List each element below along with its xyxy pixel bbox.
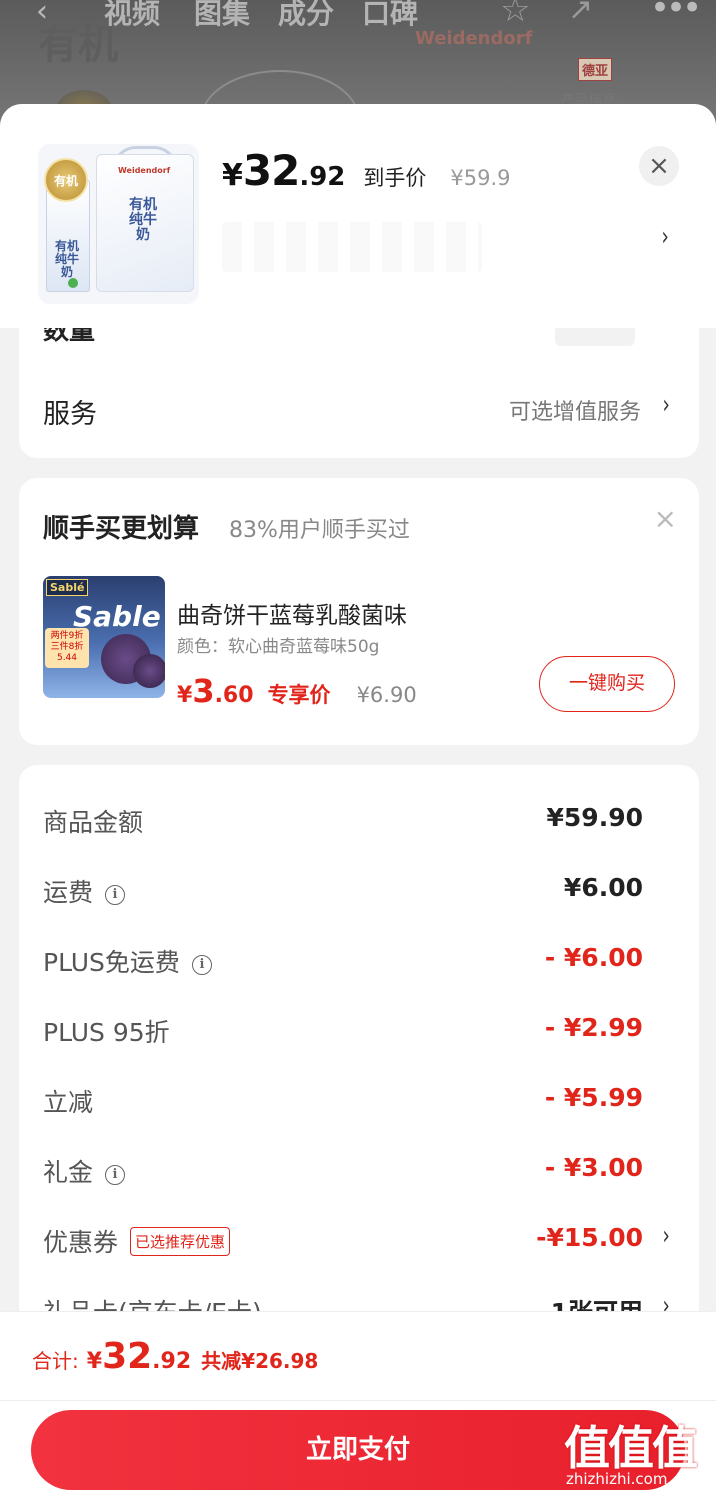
upsell-price-tag: 专享价 xyxy=(267,683,331,707)
upsell-price-currency: ¥ xyxy=(177,683,193,708)
service-label: 服务 xyxy=(43,399,97,430)
upsell-price: ¥ 3 .60 专享价 ¥6.90 xyxy=(177,672,417,710)
row-label: 立减 xyxy=(43,1088,94,1117)
watermark-logo: 值值值 zhizhizhi.com xyxy=(562,1412,712,1492)
bg-brand-logo: Weidendorf xyxy=(415,28,533,49)
row-label-text: PLUS免运费 xyxy=(43,948,180,977)
row-value: - ¥5.99 xyxy=(544,1083,643,1112)
watermark-chars: 值值值 xyxy=(564,1421,698,1475)
selected-variant-placeholder xyxy=(222,222,482,272)
summary-row-instant-discount: 立减 - ¥5.99 xyxy=(19,1075,699,1125)
chevron-right-icon[interactable]: › xyxy=(662,390,669,420)
divider xyxy=(0,1400,716,1401)
product-thumbnail[interactable]: Weidendorf 有机纯牛奶 有机纯牛奶 有机 xyxy=(38,144,199,304)
thumb-brand: Weidendorf xyxy=(118,166,171,175)
upsell-card: 顺手买更划算 83%用户顺手买过 × Sablé Sable 两件9折 三件8折… xyxy=(19,478,699,745)
row-label: PLUS免运费 i xyxy=(43,943,212,979)
row-label: PLUS 95折 xyxy=(43,1018,170,1047)
coupon-recommended-badge: 已选推荐优惠 xyxy=(130,1227,231,1256)
thumb-eco-icon xyxy=(68,278,78,288)
summary-row-subtotal: 商品金额 ¥59.90 xyxy=(19,795,699,845)
close-icon[interactable]: × xyxy=(654,502,677,535)
row-value: ¥6.00 xyxy=(563,873,643,902)
more-icon: ••• xyxy=(650,0,702,28)
chevron-right-icon[interactable]: › xyxy=(662,222,669,252)
upsell-subtitle: 83%用户顺手买过 xyxy=(229,518,410,543)
upsell-image-logo: Sablé xyxy=(46,579,89,596)
info-icon[interactable]: i xyxy=(105,1165,126,1185)
watermark-url: zhizhizhi.com xyxy=(566,1470,668,1488)
bg-tab-reviews: 口碑 xyxy=(362,0,419,30)
total-label: 合计: xyxy=(32,1349,79,1373)
price-currency: ¥ xyxy=(222,158,243,193)
one-click-buy-button[interactable]: 一键购买 xyxy=(539,656,675,712)
total-currency: ¥ xyxy=(86,1349,103,1374)
share-icon: ↗ xyxy=(568,0,594,27)
cookie-image xyxy=(133,654,165,688)
original-price: ¥59.9 xyxy=(450,166,511,190)
purchase-bottom-sheet: Weidendorf 有机纯牛奶 有机纯牛奶 有机 ¥ 32 .92 到手价 ¥… xyxy=(0,104,716,1496)
price-summary-card: 商品金额 ¥59.90 运费 i ¥6.00 PLUS免运费 i - ¥6.00 P… xyxy=(19,765,699,1327)
bg-brand-seal: 德亚 xyxy=(578,58,613,81)
upsell-product-image[interactable]: Sablé Sable 两件9折 三件8折 5.44 xyxy=(43,576,165,698)
summary-row-plus-discount: PLUS 95折 - ¥2.99 xyxy=(19,1005,699,1055)
row-label-text: 运费 xyxy=(43,878,94,907)
row-label-text: 优惠券 xyxy=(43,1228,119,1257)
thumb-title: 有机纯牛奶 xyxy=(129,197,157,243)
info-icon[interactable]: i xyxy=(105,885,126,905)
upsell-product-name[interactable]: 曲奇饼干蓝莓乳酸菌味 xyxy=(177,596,407,630)
price-label: 到手价 xyxy=(363,166,427,190)
info-icon[interactable]: i xyxy=(191,955,212,975)
row-value: - ¥3.00 xyxy=(544,1153,643,1182)
service-select[interactable]: 可选增值服务 xyxy=(509,394,641,426)
summary-row-shipping: 运费 i ¥6.00 xyxy=(19,865,699,915)
favorite-star-icon: ☆ xyxy=(500,0,531,30)
chevron-right-icon[interactable]: › xyxy=(662,1221,669,1251)
summary-row-plus-free-shipping: PLUS免运费 i - ¥6.00 xyxy=(19,935,699,985)
sheet-header: Weidendorf 有机纯牛奶 有机纯牛奶 有机 ¥ 32 .92 到手价 ¥… xyxy=(0,104,716,328)
row-label: 商品金额 xyxy=(43,808,144,837)
total-integer: 32 xyxy=(102,1336,153,1377)
row-value: - ¥6.00 xyxy=(544,943,643,972)
upsell-price-integer: 3 xyxy=(192,672,215,710)
row-value: - ¥2.99 xyxy=(544,1013,643,1042)
thumb-organic-badge: 有机 xyxy=(44,158,88,202)
price-decimal: .92 xyxy=(299,162,346,192)
total-saved: 共减¥26.98 xyxy=(201,1349,319,1373)
final-price: ¥ 32 .92 到手价 ¥59.9 xyxy=(222,146,511,195)
total-decimal: .92 xyxy=(152,1349,192,1374)
upsell-title: 顺手买更划算 xyxy=(43,514,200,544)
bg-tab-ingredients: 成分 xyxy=(278,0,335,30)
bg-banner-text: 有机 xyxy=(38,22,118,68)
row-label-text: 礼金 xyxy=(43,1158,94,1187)
row-value: ¥59.90 xyxy=(546,803,643,832)
bg-tab-gallery: 图集 xyxy=(194,0,251,30)
summary-row-coupon[interactable]: 优惠券 已选推荐优惠 -¥15.00 › xyxy=(19,1215,699,1265)
thumb-carton-title: 有机纯牛奶 xyxy=(54,239,79,279)
row-label: 运费 i xyxy=(43,873,126,909)
row-label: 礼金 i xyxy=(43,1153,126,1189)
upsell-product-spec: 颜色：软心曲奇蓝莓味50g xyxy=(177,637,380,657)
total-amount: 合计: ¥ 32 .92 共减¥26.98 xyxy=(32,1336,318,1377)
summary-row-gift-money: 礼金 i - ¥3.00 xyxy=(19,1145,699,1195)
upsell-original-price: ¥6.90 xyxy=(356,683,417,707)
upsell-price-decimal: .60 xyxy=(214,683,254,708)
checkout-bar: 合计: ¥ 32 .92 共减¥26.98 立即支付 值值值 zhizhizhi… xyxy=(0,1311,716,1496)
upsell-image-promo: 两件9折 三件8折 5.44 xyxy=(45,628,89,668)
row-label: 优惠券 已选推荐优惠 xyxy=(43,1223,231,1259)
price-integer: 32 xyxy=(242,146,300,195)
close-icon[interactable]: × xyxy=(639,146,679,186)
row-value: -¥15.00 xyxy=(536,1223,643,1252)
